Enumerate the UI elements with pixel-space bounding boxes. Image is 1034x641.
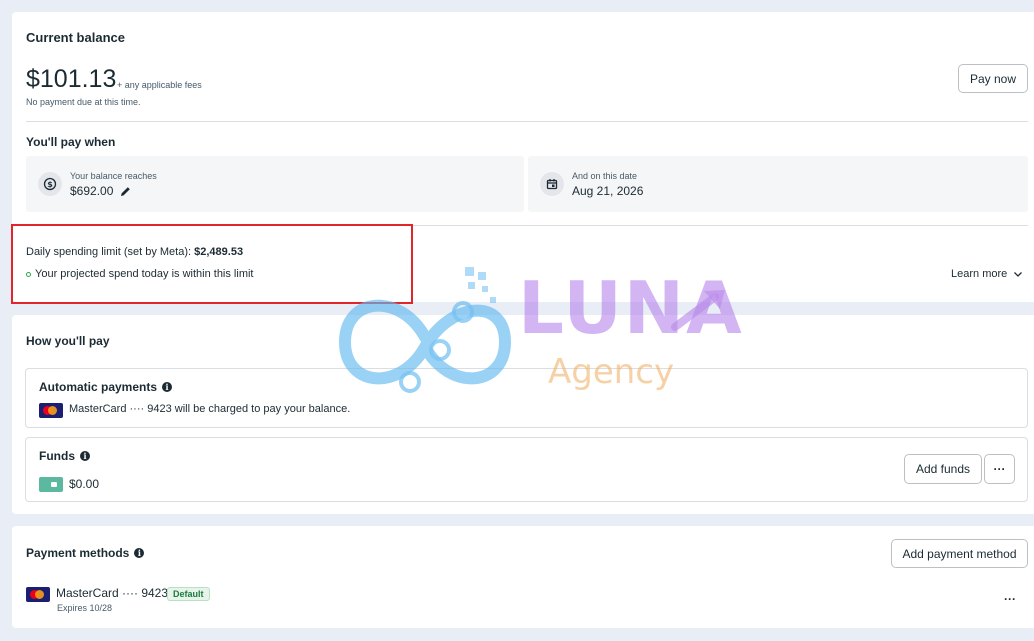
dollar-coin-icon: $ — [38, 172, 62, 196]
highlight-box — [11, 224, 413, 304]
calendar-icon — [540, 172, 564, 196]
automatic-payments-label: Automatic payments — [39, 380, 158, 394]
threshold-label: Your balance reaches — [70, 171, 157, 181]
funds-box: Funds i $0.00 Add funds ··· — [25, 437, 1028, 502]
date-threshold-tile: And on this date Aug 21, 2026 — [528, 156, 1028, 212]
method-card-name: MasterCard ···· 9423 — [56, 586, 169, 600]
info-icon[interactable]: i — [134, 548, 145, 558]
funds-more-button[interactable]: ··· — [984, 454, 1015, 484]
learn-more-link[interactable]: Learn more — [951, 268, 1023, 280]
funds-amount: $0.00 — [69, 477, 100, 491]
learn-more-label: Learn more — [951, 268, 1008, 280]
payment-methods-title: Payment methods i — [26, 546, 145, 560]
mastercard-icon — [26, 587, 50, 602]
pay-now-button[interactable]: Pay now — [958, 64, 1028, 93]
fees-note: + any applicable fees — [117, 80, 202, 90]
funds-label: Funds — [39, 449, 75, 463]
payment-methods-card: Payment methods i Add payment method Mast… — [12, 526, 1034, 628]
due-note: No payment due at this time. — [26, 97, 141, 107]
mastercard-icon — [39, 403, 63, 418]
auto-card-text: MasterCard ···· 9423 will be charged to … — [69, 403, 351, 415]
add-payment-method-button[interactable]: Add payment method — [891, 539, 1028, 568]
info-icon[interactable]: i — [162, 382, 173, 392]
balance-title: Current balance — [26, 30, 125, 45]
automatic-payments-box: Automatic payments i MasterCard ···· 9423… — [25, 368, 1028, 428]
method-more-button[interactable]: ··· — [1004, 592, 1016, 606]
threshold-value: $692.00 — [70, 184, 114, 198]
add-funds-button[interactable]: Add funds — [904, 454, 982, 484]
chevron-down-icon — [1014, 272, 1023, 277]
default-badge: Default — [167, 587, 210, 601]
card-expiry: Expires 10/28 — [57, 603, 113, 613]
date-value: Aug 21, 2026 — [572, 184, 644, 198]
how-you-pay-card: How you'll pay Automatic payments i Maste… — [12, 315, 1034, 514]
funds-title: Funds i — [39, 449, 90, 463]
divider — [26, 121, 1028, 122]
payment-methods-label: Payment methods — [26, 546, 130, 560]
pay-when-title: You'll pay when — [26, 135, 116, 149]
balance-amount: $101.13 — [26, 65, 117, 93]
wallet-icon — [39, 477, 63, 492]
svg-text:$: $ — [47, 180, 53, 189]
date-label: And on this date — [572, 171, 638, 181]
info-icon[interactable]: i — [80, 451, 90, 461]
how-you-pay-title: How you'll pay — [26, 334, 110, 348]
automatic-payments-title: Automatic payments i — [39, 380, 173, 394]
balance-threshold-tile: $ Your balance reaches $692.00 — [26, 156, 524, 212]
pencil-icon[interactable] — [120, 184, 131, 202]
